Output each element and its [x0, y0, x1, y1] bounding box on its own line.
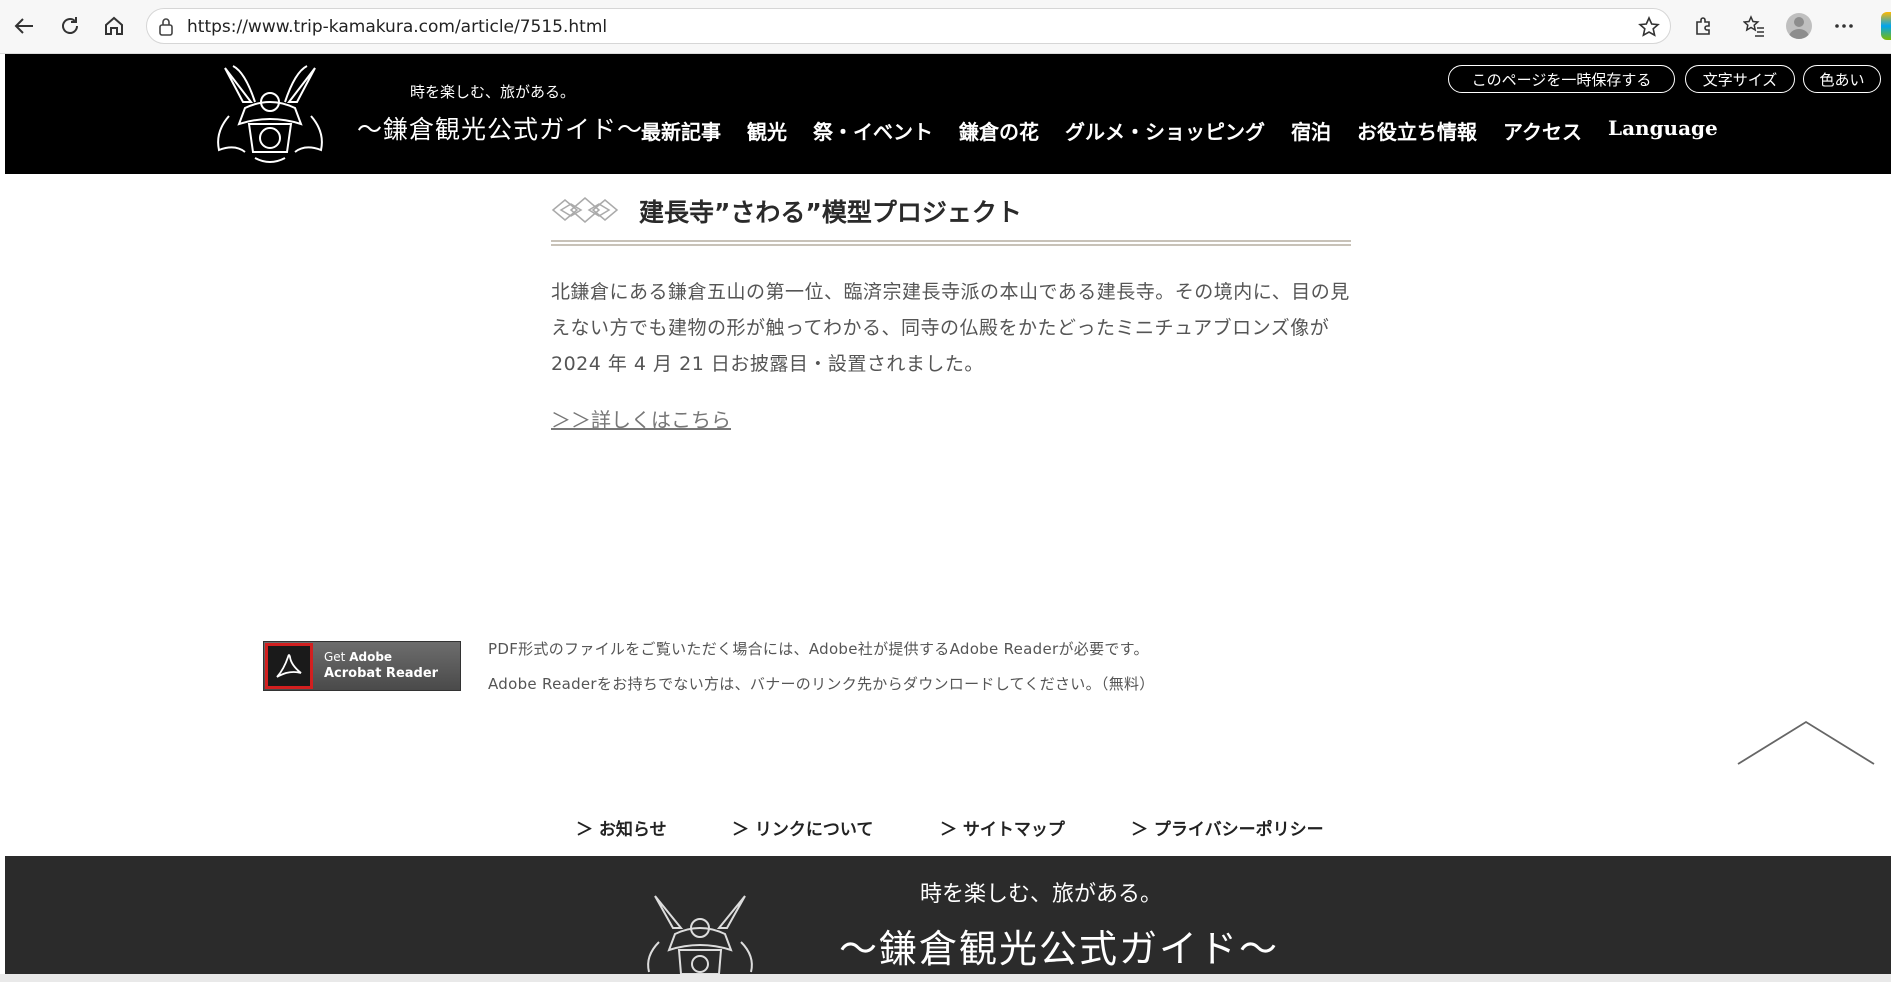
avatar: [1786, 13, 1812, 39]
favorites-icon: [1743, 15, 1764, 37]
nav-flowers[interactable]: 鎌倉の花: [959, 116, 1039, 145]
lock-icon[interactable]: [157, 17, 175, 37]
footer-link-links[interactable]: ＞ リンクについて: [732, 815, 873, 840]
pdf-note-1: PDF形式のファイルをご覧いただく場合には、Adobe社が提供するAdobe R…: [488, 640, 1149, 658]
url-text[interactable]: https://www.trip-kamakura.com/article/75…: [187, 17, 607, 37]
profile-button[interactable]: [1783, 10, 1815, 42]
site-header: 時を楽しむ、旅がある。 ～鎌倉観光公式ガイド～ 最新記事 観光 祭・イベント 鎌…: [5, 54, 1891, 174]
font-size-button[interactable]: 文字サイズ: [1685, 65, 1795, 93]
nav-gourmet[interactable]: グルメ・ショッピング: [1065, 116, 1265, 145]
back-to-top-icon[interactable]: [1736, 720, 1876, 766]
article-heading: 建長寺”さわる”模型プロジェクト: [639, 198, 1022, 227]
diamond-ornament-icon: [551, 197, 619, 223]
extensions-button[interactable]: [1688, 10, 1720, 42]
home-icon: [105, 16, 123, 35]
back-arrow-icon: [14, 18, 33, 34]
main-nav: 最新記事 観光 祭・イベント 鎌倉の花 グルメ・ショッピング 宿泊 お役立ち情報…: [641, 116, 1744, 145]
more-details-link[interactable]: ＞＞詳しくはこちら: [551, 404, 731, 433]
acrobat-get-text: Get Adobe: [324, 650, 393, 664]
copilot-icon[interactable]: [1881, 12, 1891, 40]
heading-divider: [551, 240, 1351, 246]
section-heading: 建長寺”さわる”模型プロジェクト: [551, 188, 1351, 248]
acrobat-icon: [265, 643, 313, 689]
address-bar[interactable]: https://www.trip-kamakura.com/article/75…: [146, 8, 1671, 44]
article-body: 北鎌倉にある鎌倉五山の第一位、臨済宗建長寺派の本山である建長寺。その境内に、目の…: [551, 281, 1350, 375]
get-acrobat-reader-banner[interactable]: Get Adobe Acrobat Reader: [263, 641, 461, 691]
site-footer: 時を楽しむ、旅がある。 ～鎌倉観光公式ガイド～: [5, 856, 1891, 974]
nav-access[interactable]: アクセス: [1503, 116, 1582, 145]
reload-button[interactable]: [54, 10, 86, 42]
nav-language[interactable]: Language: [1608, 116, 1718, 145]
window-bottom-edge: [0, 974, 1891, 982]
footer-link-privacy[interactable]: ＞ プライバシーポリシー: [1131, 815, 1324, 840]
nav-latest[interactable]: 最新記事: [641, 116, 721, 145]
site-title[interactable]: ～鎌倉観光公式ガイド～: [357, 110, 643, 146]
back-button[interactable]: [8, 10, 40, 42]
footer-title: ～鎌倉観光公式ガイド～: [839, 927, 1280, 971]
puzzle-icon: [1696, 17, 1710, 35]
header-tagline: 時を楽しむ、旅がある。: [410, 83, 576, 101]
footer-tagline: 時を楽しむ、旅がある。: [920, 882, 1163, 907]
pdf-note-2: Adobe Readerをお持ちでない方は、バナーのリンク先からダウンロードして…: [488, 675, 1155, 693]
footer-link-news[interactable]: ＞ お知らせ: [576, 815, 667, 840]
nav-useful-info[interactable]: お役立ち情報: [1357, 116, 1477, 145]
favorites-button[interactable]: [1738, 10, 1770, 42]
more-dots-icon: [1835, 24, 1853, 28]
footer-kabuto-logo-icon: [647, 895, 753, 974]
acrobat-reader-text: Acrobat Reader: [324, 666, 439, 681]
star-icon[interactable]: [1638, 16, 1660, 38]
kabuto-helmet-logo-icon[interactable]: [205, 62, 335, 166]
browser-toolbar: https://www.trip-kamakura.com/article/75…: [0, 0, 1891, 54]
save-page-button[interactable]: このページを一時保存する: [1448, 65, 1675, 93]
reload-icon: [62, 17, 78, 34]
nav-sightseeing[interactable]: 観光: [747, 116, 787, 145]
nav-events[interactable]: 祭・イベント: [813, 116, 933, 145]
footer-link-sitemap[interactable]: ＞ サイトマップ: [940, 815, 1065, 840]
nav-lodging[interactable]: 宿泊: [1291, 116, 1331, 145]
more-menu-button[interactable]: [1828, 10, 1860, 42]
color-button[interactable]: 色あい: [1803, 65, 1881, 93]
home-button[interactable]: [98, 10, 130, 42]
